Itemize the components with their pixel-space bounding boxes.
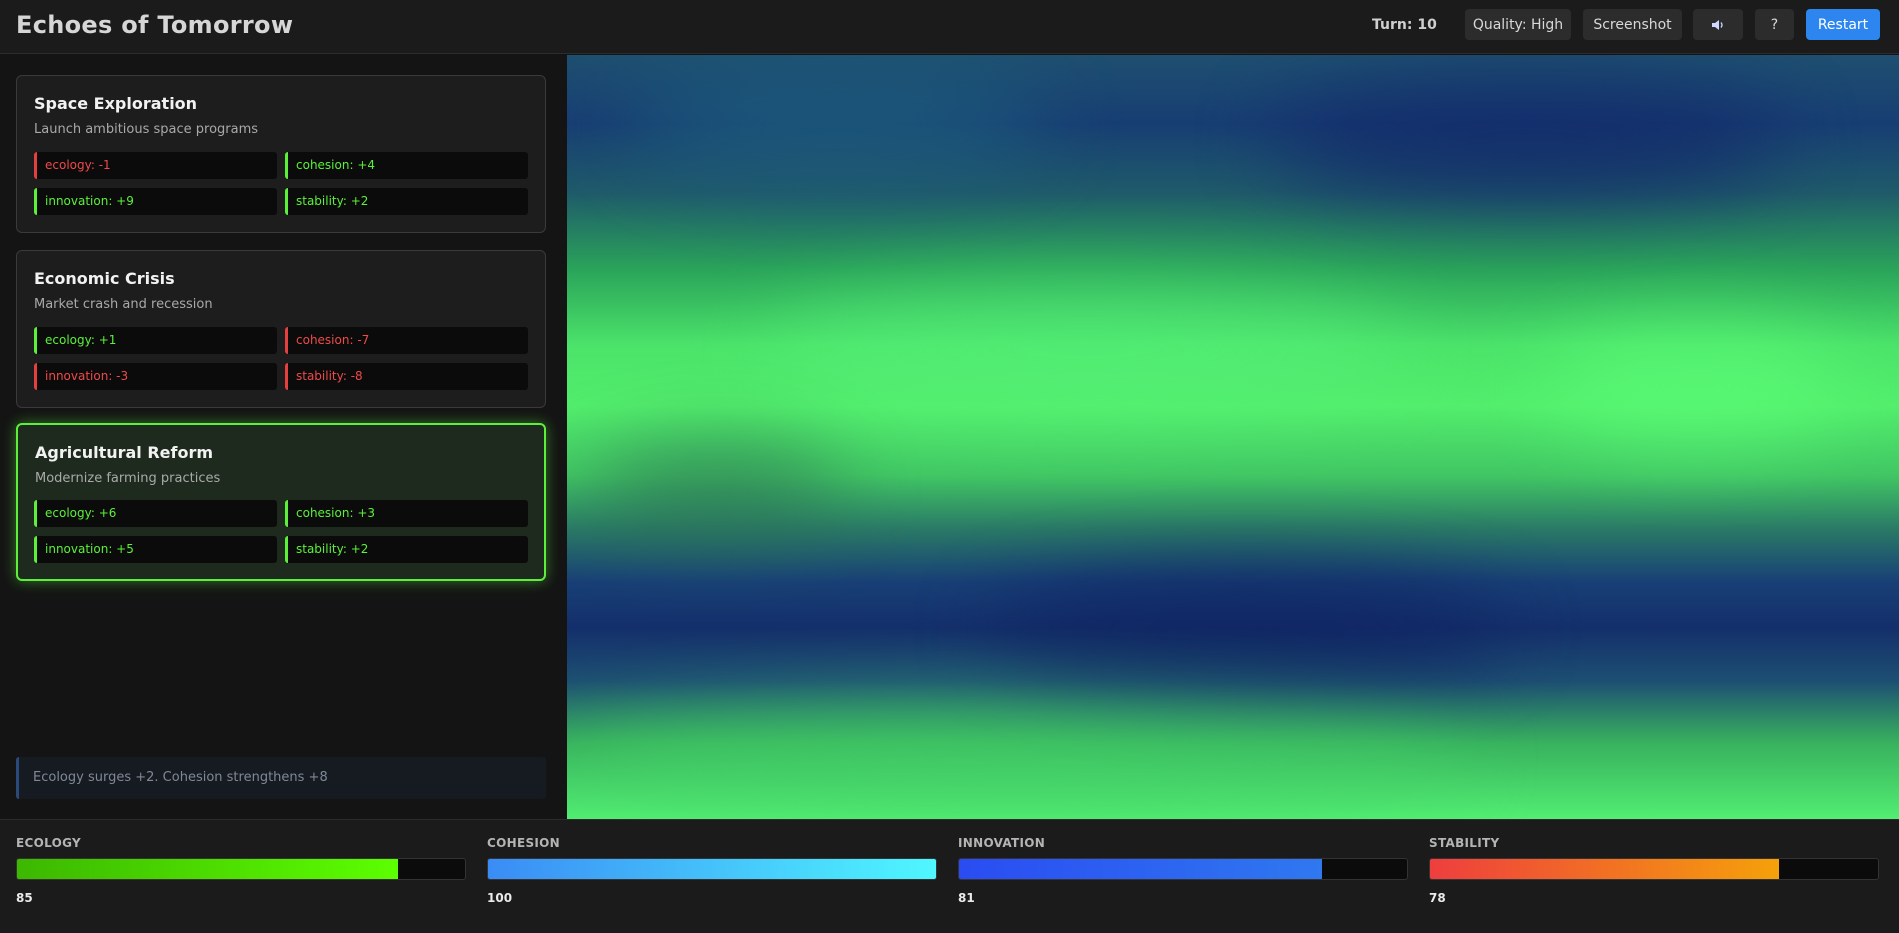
progress-track — [1429, 858, 1879, 880]
stat-innovation: INNOVATION 81 — [958, 836, 1408, 905]
effect-cohesion: cohesion: -7 — [285, 327, 528, 354]
progress-track — [958, 858, 1408, 880]
card-description: Launch ambitious space programs — [34, 122, 259, 137]
effect-ecology: ecology: +1 — [34, 327, 277, 354]
screenshot-button[interactable]: Screenshot — [1583, 9, 1682, 40]
effect-innovation: innovation: +5 — [34, 536, 277, 563]
card-description: Modernize farming practices — [35, 471, 221, 486]
card-description: Market crash and recession — [34, 297, 213, 312]
terrain-patch — [1547, 325, 1847, 445]
terrain-patch — [567, 705, 1467, 815]
progress-fill — [488, 859, 936, 879]
card-title: Space Exploration — [34, 94, 198, 113]
card-title: Agricultural Reform — [35, 443, 214, 462]
stat-label: COHESION — [487, 836, 560, 850]
speaker-icon — [1712, 19, 1723, 30]
terrain-patch — [767, 285, 1407, 415]
effect-stability: stability: +2 — [285, 536, 528, 563]
stat-value: 85 — [16, 891, 33, 905]
effect-ecology: ecology: -1 — [34, 152, 277, 179]
effect-cohesion: cohesion: +4 — [285, 152, 528, 179]
stat-value: 78 — [1429, 891, 1446, 905]
quality-button[interactable]: Quality: High — [1465, 9, 1571, 40]
effect-stability: stability: -8 — [285, 363, 528, 390]
world-view-canvas[interactable] — [567, 55, 1899, 819]
progress-fill — [17, 859, 398, 879]
restart-button[interactable]: Restart — [1806, 9, 1880, 40]
sound-button[interactable] — [1693, 9, 1743, 40]
progress-track — [16, 858, 466, 880]
stat-label: ECOLOGY — [16, 836, 82, 850]
effect-innovation: innovation: +9 — [34, 188, 277, 215]
stat-stability: STABILITY 78 — [1429, 836, 1879, 905]
terrain-patch — [987, 575, 1507, 685]
event-log: Ecology surges +2. Cohesion strengthens … — [16, 757, 546, 799]
effect-stability: stability: +2 — [285, 188, 528, 215]
sidebar: Space Exploration Launch ambitious space… — [0, 55, 567, 819]
app-title: Echoes of Tomorrow — [16, 11, 294, 39]
stat-cohesion: COHESION 100 — [487, 836, 937, 905]
status-bar: ECOLOGY 85 COHESION 100 INNOVATION 81 ST… — [0, 819, 1899, 933]
effect-cohesion: cohesion: +3 — [285, 500, 528, 527]
effect-ecology: ecology: +6 — [34, 500, 277, 527]
turn-counter: Turn: 10 — [1372, 17, 1437, 33]
stat-ecology: ECOLOGY 85 — [16, 836, 466, 905]
top-bar: Echoes of Tomorrow Turn: 10 Quality: Hig… — [0, 0, 1899, 54]
stat-value: 81 — [958, 891, 975, 905]
progress-fill — [1430, 859, 1780, 879]
terrain-patch — [1267, 85, 1787, 195]
help-button[interactable]: ? — [1755, 9, 1794, 40]
progress-fill — [959, 859, 1322, 879]
card-space-exploration[interactable]: Space Exploration Launch ambitious space… — [16, 75, 546, 233]
terrain-patch — [627, 65, 1047, 185]
card-title: Economic Crisis — [34, 269, 175, 288]
effect-innovation: innovation: -3 — [34, 363, 277, 390]
card-agricultural-reform[interactable]: Agricultural Reform Modernize farming pr… — [16, 423, 546, 581]
stat-label: INNOVATION — [958, 836, 1046, 850]
terrain-patch — [587, 445, 847, 535]
progress-track — [487, 858, 937, 880]
card-economic-crisis[interactable]: Economic Crisis Market crash and recessi… — [16, 250, 546, 408]
stat-label: STABILITY — [1429, 836, 1500, 850]
stat-value: 100 — [487, 891, 513, 905]
